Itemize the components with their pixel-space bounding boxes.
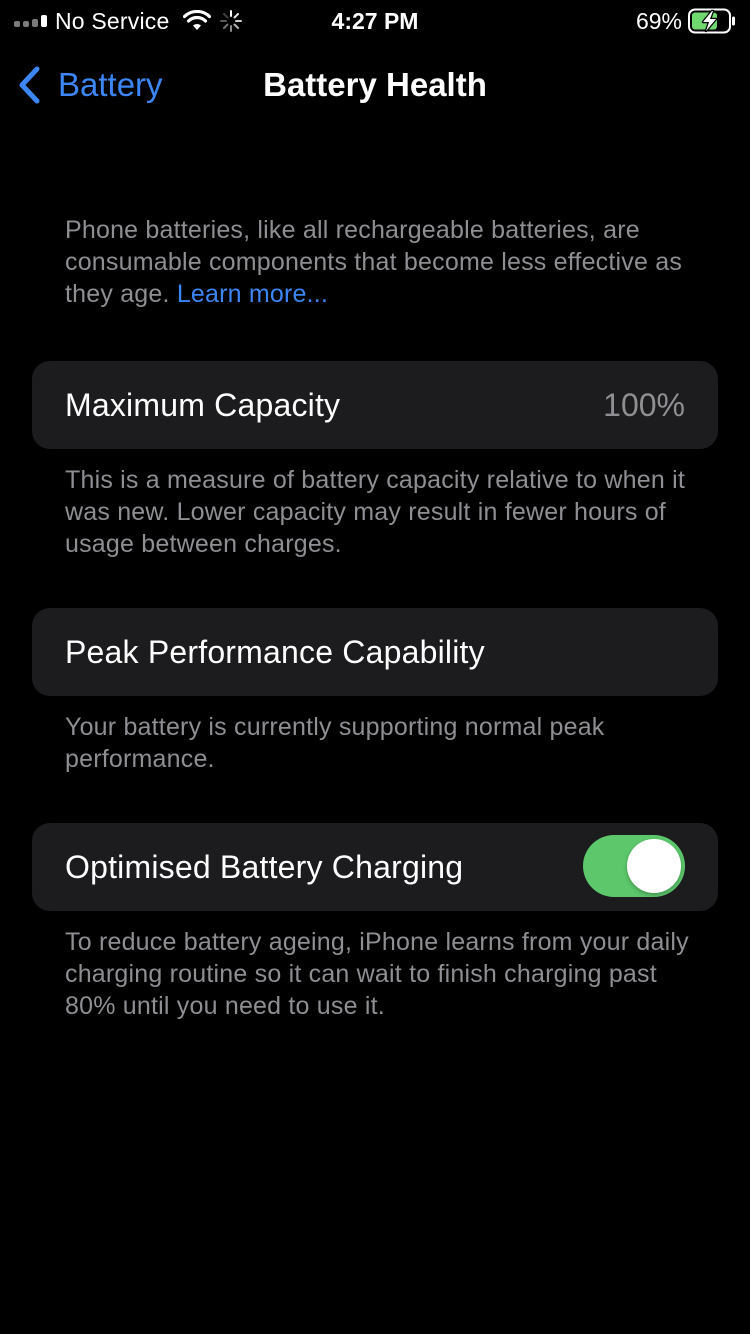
maximum-capacity-label: Maximum Capacity <box>65 387 341 423</box>
maximum-capacity-value: 100% <box>603 387 685 423</box>
optimised-charging-label: Optimised Battery Charging <box>65 849 464 885</box>
learn-more-link[interactable]: Learn more... <box>177 280 328 308</box>
intro-description: Phone batteries, like all rechargeable b… <box>65 214 705 310</box>
navigation-bar: Battery Battery Health <box>0 50 750 120</box>
status-bar: No Service 4:27 PM 69% <box>0 0 750 42</box>
battery-percent: 69% <box>635 7 682 34</box>
peak-performance-footer: Your battery is currently supporting nor… <box>65 713 605 773</box>
optimised-charging-footer: To reduce battery ageing, iPhone learns … <box>65 928 689 1020</box>
intro-text: Phone batteries, like all rechargeable b… <box>65 216 683 308</box>
peak-performance-label: Peak Performance Capability <box>65 634 485 670</box>
optimised-charging-toggle[interactable] <box>583 835 685 897</box>
peak-performance-cell: Peak Performance Capability <box>32 608 718 696</box>
status-right: 69% <box>636 6 736 36</box>
optimised-charging-cell: Optimised Battery Charging <box>32 823 718 911</box>
battery-charging-icon <box>688 8 735 34</box>
toggle-knob <box>627 839 681 893</box>
page-title: Battery Health <box>263 66 487 103</box>
maximum-capacity-cell: Maximum Capacity 100% <box>32 361 718 449</box>
maximum-capacity-footer: This is a measure of battery capacity re… <box>65 466 686 558</box>
